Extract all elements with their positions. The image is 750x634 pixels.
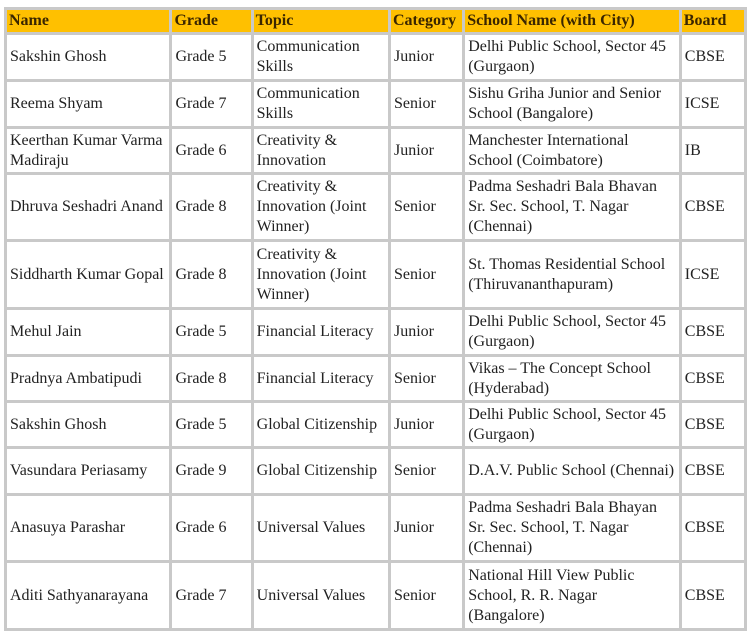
table-body: Sakshin Ghosh Grade 5 Communication Skills… — [7, 35, 744, 628]
table-row: Mehul Jain Grade 5 Financial Literacy Junio… — [7, 310, 744, 354]
cell-name: Siddharth Kumar Gopal — [7, 242, 170, 307]
cell-school: Delhi Public School, Sector 45 (Gurgaon) — [465, 403, 679, 446]
cell-school: Delhi Public School, Sector 45 (Gurgaon) — [465, 310, 679, 354]
table-row: Keerthan Kumar Varma Madiraju Grade 6 Crea… — [7, 129, 744, 172]
cell-school: Sishu Griha Junior and Senior School (Ba… — [465, 82, 679, 126]
cell-grade: Grade 5 — [172, 403, 251, 446]
cell-grade: Grade 6 — [172, 129, 251, 172]
cell-school: D.A.V. Public School (Chennai) — [465, 449, 679, 493]
header-name: Name — [7, 10, 170, 32]
table-row: Siddharth Kumar Gopal Grade 8 Creativity &… — [7, 242, 744, 307]
cell-school: Manchester International School (Coimbat… — [465, 129, 679, 172]
cell-board: ICSE — [681, 242, 744, 307]
cell-board: CBSE — [681, 496, 744, 560]
cell-category: Junior — [391, 310, 463, 354]
table-row: Vasundara Periasamy Grade 9 Global Citizen… — [7, 449, 744, 493]
cell-category: Senior — [391, 357, 463, 400]
winners-table: Name Grade Topic Category School Name (w… — [4, 7, 747, 631]
cell-category: Senior — [391, 242, 463, 307]
table-row: Reema Shyam Grade 7 Communication Skills Se… — [7, 82, 744, 126]
cell-board: IB — [681, 129, 744, 172]
cell-grade: Grade 5 — [172, 310, 251, 354]
cell-board: CBSE — [681, 310, 744, 354]
cell-grade: Grade 7 — [172, 82, 251, 126]
cell-board: CBSE — [681, 357, 744, 400]
cell-name: Pradnya Ambatipudi — [7, 357, 170, 400]
table-row: Sakshin Ghosh Grade 5 Global Citizenship Ju… — [7, 403, 744, 446]
cell-topic: Creativity & Innovation — [253, 129, 388, 172]
cell-name: Sakshin Ghosh — [7, 35, 170, 79]
header-grade: Grade — [172, 10, 251, 32]
cell-board: ICSE — [681, 82, 744, 126]
cell-board: CBSE — [681, 563, 744, 628]
cell-name: Anasuya Parashar — [7, 496, 170, 560]
cell-grade: Grade 9 — [172, 449, 251, 493]
cell-category: Junior — [391, 129, 463, 172]
header-category: Category — [391, 10, 463, 32]
cell-name: Dhruva Seshadri Anand — [7, 175, 170, 239]
cell-board: CBSE — [681, 35, 744, 79]
cell-name: Aditi Sathyanarayana — [7, 563, 170, 628]
cell-topic: Communication Skills — [253, 82, 388, 126]
cell-topic: Global Citizenship — [253, 403, 388, 446]
cell-name: Vasundara Periasamy — [7, 449, 170, 493]
header-board: Board — [681, 10, 744, 32]
cell-topic: Creativity & Innovation (Joint Winner) — [253, 175, 388, 239]
cell-name: Reema Shyam — [7, 82, 170, 126]
cell-category: Senior — [391, 82, 463, 126]
cell-grade: Grade 8 — [172, 242, 251, 307]
cell-school: Padma Seshadri Bala Bhayan Sr. Sec. Scho… — [465, 496, 679, 560]
cell-topic: Financial Literacy — [253, 310, 388, 354]
cell-category: Senior — [391, 175, 463, 239]
cell-category: Junior — [391, 403, 463, 446]
cell-board: CBSE — [681, 403, 744, 446]
cell-category: Junior — [391, 35, 463, 79]
cell-grade: Grade 5 — [172, 35, 251, 79]
cell-board: CBSE — [681, 175, 744, 239]
cell-category: Senior — [391, 449, 463, 493]
cell-grade: Grade 7 — [172, 563, 251, 628]
header-topic: Topic — [253, 10, 388, 32]
header-row: Name Grade Topic Category School Name (w… — [7, 10, 744, 32]
cell-grade: Grade 8 — [172, 357, 251, 400]
cell-topic: Global Citizenship — [253, 449, 388, 493]
cell-board: CBSE — [681, 449, 744, 493]
cell-topic: Communication Skills — [253, 35, 388, 79]
cell-topic: Universal Values — [253, 563, 388, 628]
table-row: Sakshin Ghosh Grade 5 Communication Skills… — [7, 35, 744, 79]
table-row: Pradnya Ambatipudi Grade 8 Financial Liter… — [7, 357, 744, 400]
cell-grade: Grade 8 — [172, 175, 251, 239]
cell-category: Senior — [391, 563, 463, 628]
cell-topic: Universal Values — [253, 496, 388, 560]
table-row: Dhruva Seshadri Anand Grade 8 Creativity &… — [7, 175, 744, 239]
header-school: School Name (with City) — [465, 10, 679, 32]
cell-school: Vikas – The Concept School (Hyderabad) — [465, 357, 679, 400]
cell-name: Mehul Jain — [7, 310, 170, 354]
cell-category: Junior — [391, 496, 463, 560]
cell-name: Keerthan Kumar Varma Madiraju — [7, 129, 170, 172]
cell-grade: Grade 6 — [172, 496, 251, 560]
table-row: Anasuya Parashar Grade 6 Universal Values J… — [7, 496, 744, 560]
cell-school: National Hill View Public School, R. R. … — [465, 563, 679, 628]
cell-name: Sakshin Ghosh — [7, 403, 170, 446]
cell-school: St. Thomas Residential School (Thiruvana… — [465, 242, 679, 307]
table-row: Aditi Sathyanarayana Grade 7 Universal Val… — [7, 563, 744, 628]
cell-topic: Financial Literacy — [253, 357, 388, 400]
cell-topic: Creativity & Innovation (Joint Winner) — [253, 242, 388, 307]
cell-school: Delhi Public School, Sector 45 (Gurgaon) — [465, 35, 679, 79]
cell-school: Padma Seshadri Bala Bhavan Sr. Sec. Scho… — [465, 175, 679, 239]
